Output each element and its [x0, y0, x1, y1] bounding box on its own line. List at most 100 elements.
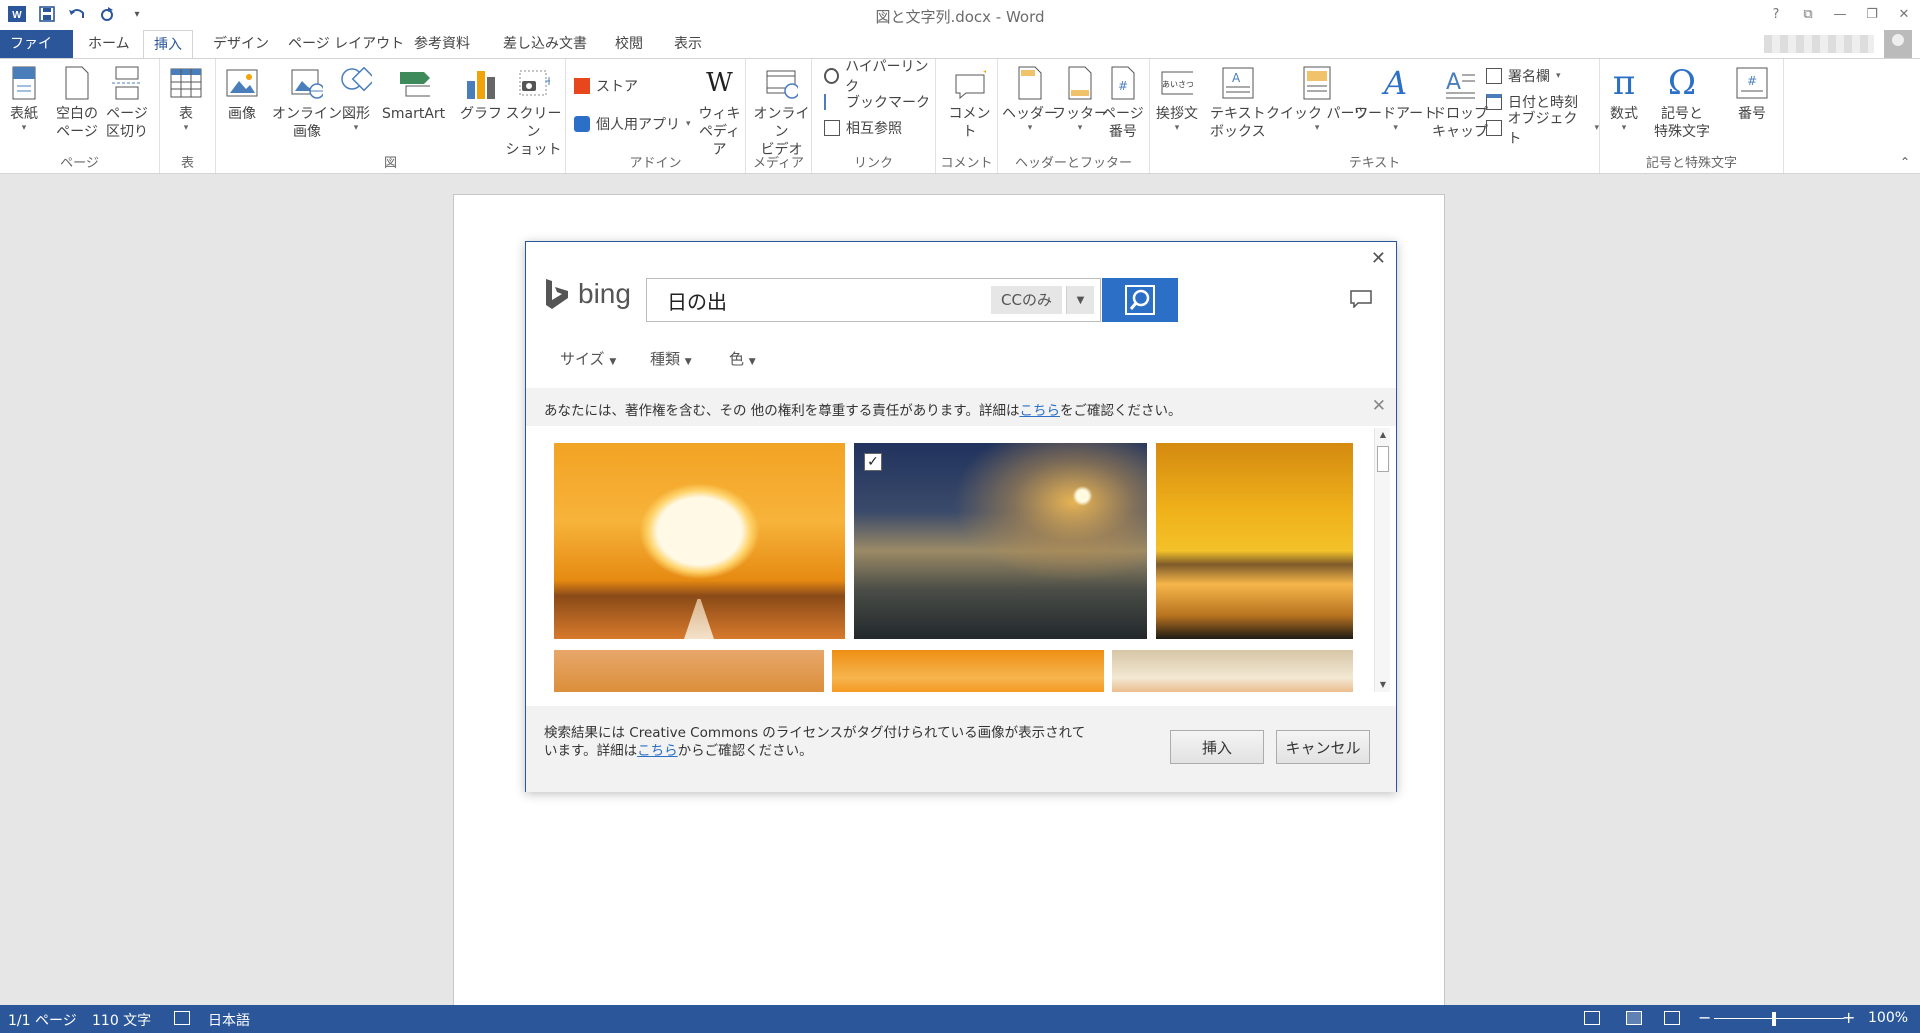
language-indicator[interactable]: 日本語 [208, 1010, 250, 1030]
zoom-slider[interactable] [1714, 1018, 1844, 1019]
page-number-button[interactable]: # ページ 番号 [1102, 65, 1144, 141]
feedback-icon[interactable] [1350, 290, 1372, 308]
minimize-button[interactable]: — [1824, 0, 1856, 28]
page-count[interactable]: 1/1 ページ [8, 1010, 77, 1030]
result-thumbnail[interactable] [832, 650, 1104, 692]
svg-text:#: # [1747, 74, 1757, 88]
filter-type[interactable]: 種類 ▼ [650, 348, 692, 369]
table-icon [170, 65, 202, 101]
avatar[interactable] [1884, 30, 1912, 58]
dropcap-button[interactable]: A ドロップ キャップ [1432, 65, 1488, 141]
zoom-slider-thumb[interactable] [1772, 1012, 1776, 1026]
zoom-in-button[interactable]: + [1842, 1008, 1855, 1027]
license-link[interactable]: こちら [637, 743, 678, 759]
my-apps-button[interactable]: 個人用アプリ ▾ [574, 113, 691, 135]
bookmark-button[interactable]: ブックマーク [824, 91, 930, 113]
number-button[interactable]: # 番号 [1736, 65, 1768, 123]
blank-page-button[interactable]: 空白の ページ [56, 65, 98, 141]
ribbon: 表紙 ▾ 空白の ページ ページ 区切り ページ 表 ▾ 表 画像 オンライン … [0, 58, 1920, 174]
read-mode-icon[interactable] [1584, 1011, 1600, 1025]
header-button[interactable]: ヘッダー ▾ [1002, 65, 1058, 133]
chevron-down-icon[interactable]: ▼ [1066, 286, 1094, 314]
tab-home[interactable]: ホーム [78, 30, 140, 58]
scroll-thumb[interactable] [1377, 446, 1389, 472]
hyperlink-button[interactable]: ハイパーリンク [824, 59, 935, 95]
result-thumbnail-selected[interactable]: ✓ [854, 443, 1147, 639]
store-button[interactable]: ストア [574, 75, 638, 97]
chevron-down-icon: ▾ [1027, 123, 1033, 133]
quick-parts-button[interactable]: クイック パーツ ▾ [1266, 65, 1368, 133]
bookmark-label: ブックマーク [846, 95, 930, 111]
my-apps-label: 個人用アプリ [596, 117, 680, 133]
cover-page-button[interactable]: 表紙 ▾ [8, 65, 40, 133]
result-thumbnail[interactable] [554, 650, 824, 692]
filter-color[interactable]: 色 ▼ [729, 348, 756, 369]
page-break-button[interactable]: ページ 区切り [106, 65, 148, 141]
blank-page-label-1: 空白の [56, 106, 98, 122]
pictures-button[interactable]: 画像 [226, 65, 258, 123]
textbox-button[interactable]: A テキスト ボックス [1210, 65, 1266, 141]
filter-size[interactable]: サイズ ▼ [560, 348, 616, 369]
group-media: オンライン ビデオ メディア [746, 59, 812, 173]
tab-insert[interactable]: 挿入 [143, 30, 193, 59]
notice-link[interactable]: こちら [1019, 403, 1060, 419]
word-count[interactable]: 110 文字 [92, 1010, 151, 1030]
tab-file[interactable]: ファイル [0, 30, 73, 80]
tab-design[interactable]: デザイン [203, 30, 279, 58]
search-input[interactable] [667, 287, 987, 313]
restore-button[interactable]: ❐ [1856, 0, 1888, 28]
close-notice-button[interactable]: ✕ [1372, 396, 1386, 416]
equation-button[interactable]: π 数式 ▾ [1608, 65, 1640, 133]
new-comment-button[interactable]: ✦ コメント [942, 65, 997, 141]
online-video-button[interactable]: オンライン ビデオ [752, 65, 811, 159]
results-scrollbar[interactable]: ▲ ▼ [1374, 428, 1390, 692]
result-thumbnail[interactable] [1112, 650, 1353, 692]
scroll-up-icon[interactable]: ▲ [1375, 428, 1391, 442]
zoom-out-button[interactable]: − [1698, 1008, 1711, 1027]
table-button[interactable]: 表 ▾ [170, 65, 202, 133]
object-button[interactable]: オブジェクト ▾ [1486, 111, 1599, 147]
greeting-button[interactable]: あいさつ 挨拶文 ▾ [1156, 65, 1198, 133]
tab-view[interactable]: 表示 [664, 30, 712, 58]
symbol-button[interactable]: Ω 記号と 特殊文字 [1654, 65, 1710, 141]
user-account[interactable] [1764, 30, 1912, 58]
close-dialog-button[interactable]: ✕ [1371, 248, 1386, 269]
selected-checkbox[interactable]: ✓ [864, 453, 882, 471]
cc-only-filter[interactable]: CCのみ [991, 286, 1062, 314]
notice-prefix: あなたには、著作権を含む、その 他の権利を尊重する責任があります。詳細は [544, 403, 1020, 419]
zoom-level[interactable]: 100% [1868, 1010, 1908, 1026]
search-button[interactable] [1102, 278, 1178, 322]
scroll-down-icon[interactable]: ▼ [1375, 678, 1391, 692]
cancel-button[interactable]: キャンセル [1276, 730, 1370, 764]
proofing-icon[interactable] [174, 1011, 190, 1025]
tab-page-layout[interactable]: ページ レイアウト [278, 30, 414, 58]
result-thumbnail[interactable] [1156, 443, 1353, 639]
close-window-button[interactable]: ✕ [1888, 0, 1920, 28]
help-button[interactable]: ? [1760, 0, 1792, 28]
tab-references[interactable]: 参考資料 [404, 30, 480, 58]
screenshot-button[interactable]: + スクリーン ショット [502, 65, 565, 159]
tab-mailings[interactable]: 差し込み文書 [493, 30, 597, 58]
bing-b-icon [546, 279, 568, 309]
chart-button[interactable]: グラフ [460, 65, 502, 123]
footer-button[interactable]: フッター ▾ [1052, 65, 1108, 133]
wikipedia-button[interactable]: W ウィキ ペディア [694, 65, 745, 159]
web-layout-icon[interactable] [1664, 1011, 1680, 1025]
collapse-ribbon-icon[interactable]: ⌃ [1900, 155, 1910, 169]
print-layout-icon[interactable] [1626, 1011, 1642, 1025]
signature-line-button[interactable]: 署名欄 ▾ [1486, 65, 1561, 87]
result-thumbnail[interactable] [554, 443, 845, 639]
wordart-button[interactable]: A ワードアート ▾ [1354, 65, 1437, 133]
hyperlink-label: ハイパーリンク [845, 59, 929, 95]
ribbon-display-options-button[interactable]: ⧉ [1792, 0, 1824, 28]
tab-review[interactable]: 校閲 [605, 30, 653, 58]
cross-reference-button[interactable]: 相互参照 [824, 117, 902, 139]
insert-button[interactable]: 挿入 [1170, 730, 1264, 764]
chart-icon [465, 65, 497, 101]
smartart-button[interactable]: SmartArt [382, 65, 445, 123]
blank-page-icon [61, 65, 93, 101]
online-pictures-button[interactable]: オンライン 画像 [272, 65, 342, 141]
chevron-down-icon: ▾ [21, 123, 27, 133]
shapes-button[interactable]: 図形 ▾ [340, 65, 372, 133]
dropcap-label-2: キャップ [1432, 124, 1488, 140]
